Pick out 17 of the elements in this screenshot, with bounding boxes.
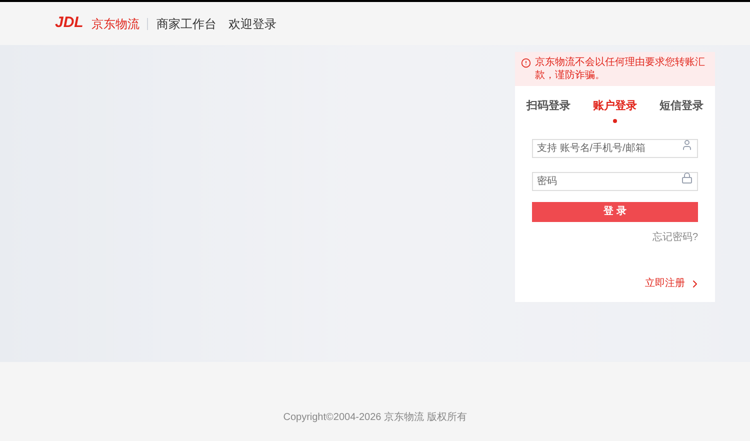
forgot-password-link[interactable]: 忘记密码?	[652, 230, 698, 244]
login-tab[interactable]: 扫码登录	[526, 98, 570, 122]
notice-text: 京东物流不会以任何理由要求您转账汇款，谨防诈骗。	[535, 56, 706, 82]
login-tab[interactable]: 短信登录	[660, 98, 704, 122]
user-icon	[681, 138, 693, 150]
login-tab[interactable]: 账户登录	[592, 98, 637, 122]
page-title: 欢迎登录	[228, 16, 276, 32]
lock-icon	[681, 172, 693, 184]
warning-icon	[521, 58, 531, 68]
register-link[interactable]: 立即注册	[645, 276, 701, 291]
input-field[interactable]: 密码	[532, 172, 698, 190]
product-title: 商家工作台	[156, 16, 216, 32]
copyright-text: Copyright©2004-2026 京东物流 版权所有	[283, 410, 467, 425]
logo-text[interactable]: 京东物流	[91, 14, 140, 32]
input-field[interactable]: 支持 账号名/手机号/邮箱	[532, 138, 698, 158]
logo-mark[interactable]: JDL	[55, 12, 84, 35]
login-button[interactable]: 登 录	[532, 202, 698, 222]
